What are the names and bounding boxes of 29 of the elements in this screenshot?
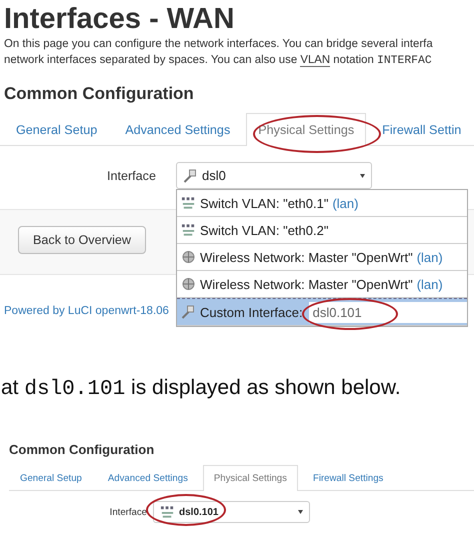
network-icon — [183, 168, 198, 182]
globe-icon — [181, 277, 196, 291]
caret-icon — [298, 510, 303, 514]
field-label: Interface — [106, 168, 157, 182]
section-title: Common Configuration — [3, 83, 195, 105]
network-icon — [181, 305, 196, 319]
custom-interface-field[interactable]: dsl0.101 — [308, 302, 467, 322]
description-text: On this page you can configure the network interfaces. You can bridge several interfa — [3, 37, 434, 52]
description-text: network interfaces separated by spaces. You can also use VLAN notation INTERFAC — [3, 53, 433, 69]
page-title: Interfaces - WAN — [3, 2, 236, 36]
caret-icon — [360, 174, 365, 178]
switch-icon — [181, 196, 196, 210]
tab[interactable]: Advanced Settings — [96, 465, 199, 491]
tab[interactable]: General Setup — [9, 465, 93, 491]
switch-icon — [181, 223, 196, 237]
interface-select[interactable]: dsl0.101 — [153, 501, 310, 523]
tab[interactable]: Physical Settings — [246, 113, 366, 146]
dropdown-option[interactable]: Custom Interface: dsl0.101 — [177, 298, 467, 326]
tab[interactable]: General Setup — [4, 113, 110, 146]
back-button[interactable]: Back to Overview — [18, 226, 146, 254]
section-title: Common Configuration — [9, 441, 156, 459]
caption-text: at dsl0.101 is displayed as shown below. — [0, 376, 402, 401]
globe-icon — [181, 250, 196, 264]
tab[interactable]: Firewall Settin — [370, 113, 474, 146]
switch-icon — [160, 505, 175, 519]
tab[interactable]: Physical Settings — [202, 465, 298, 491]
tab[interactable]: Advanced Settings — [113, 113, 242, 146]
field-label: Interface — [108, 506, 148, 518]
tab[interactable]: Firewall Settings — [302, 465, 394, 491]
